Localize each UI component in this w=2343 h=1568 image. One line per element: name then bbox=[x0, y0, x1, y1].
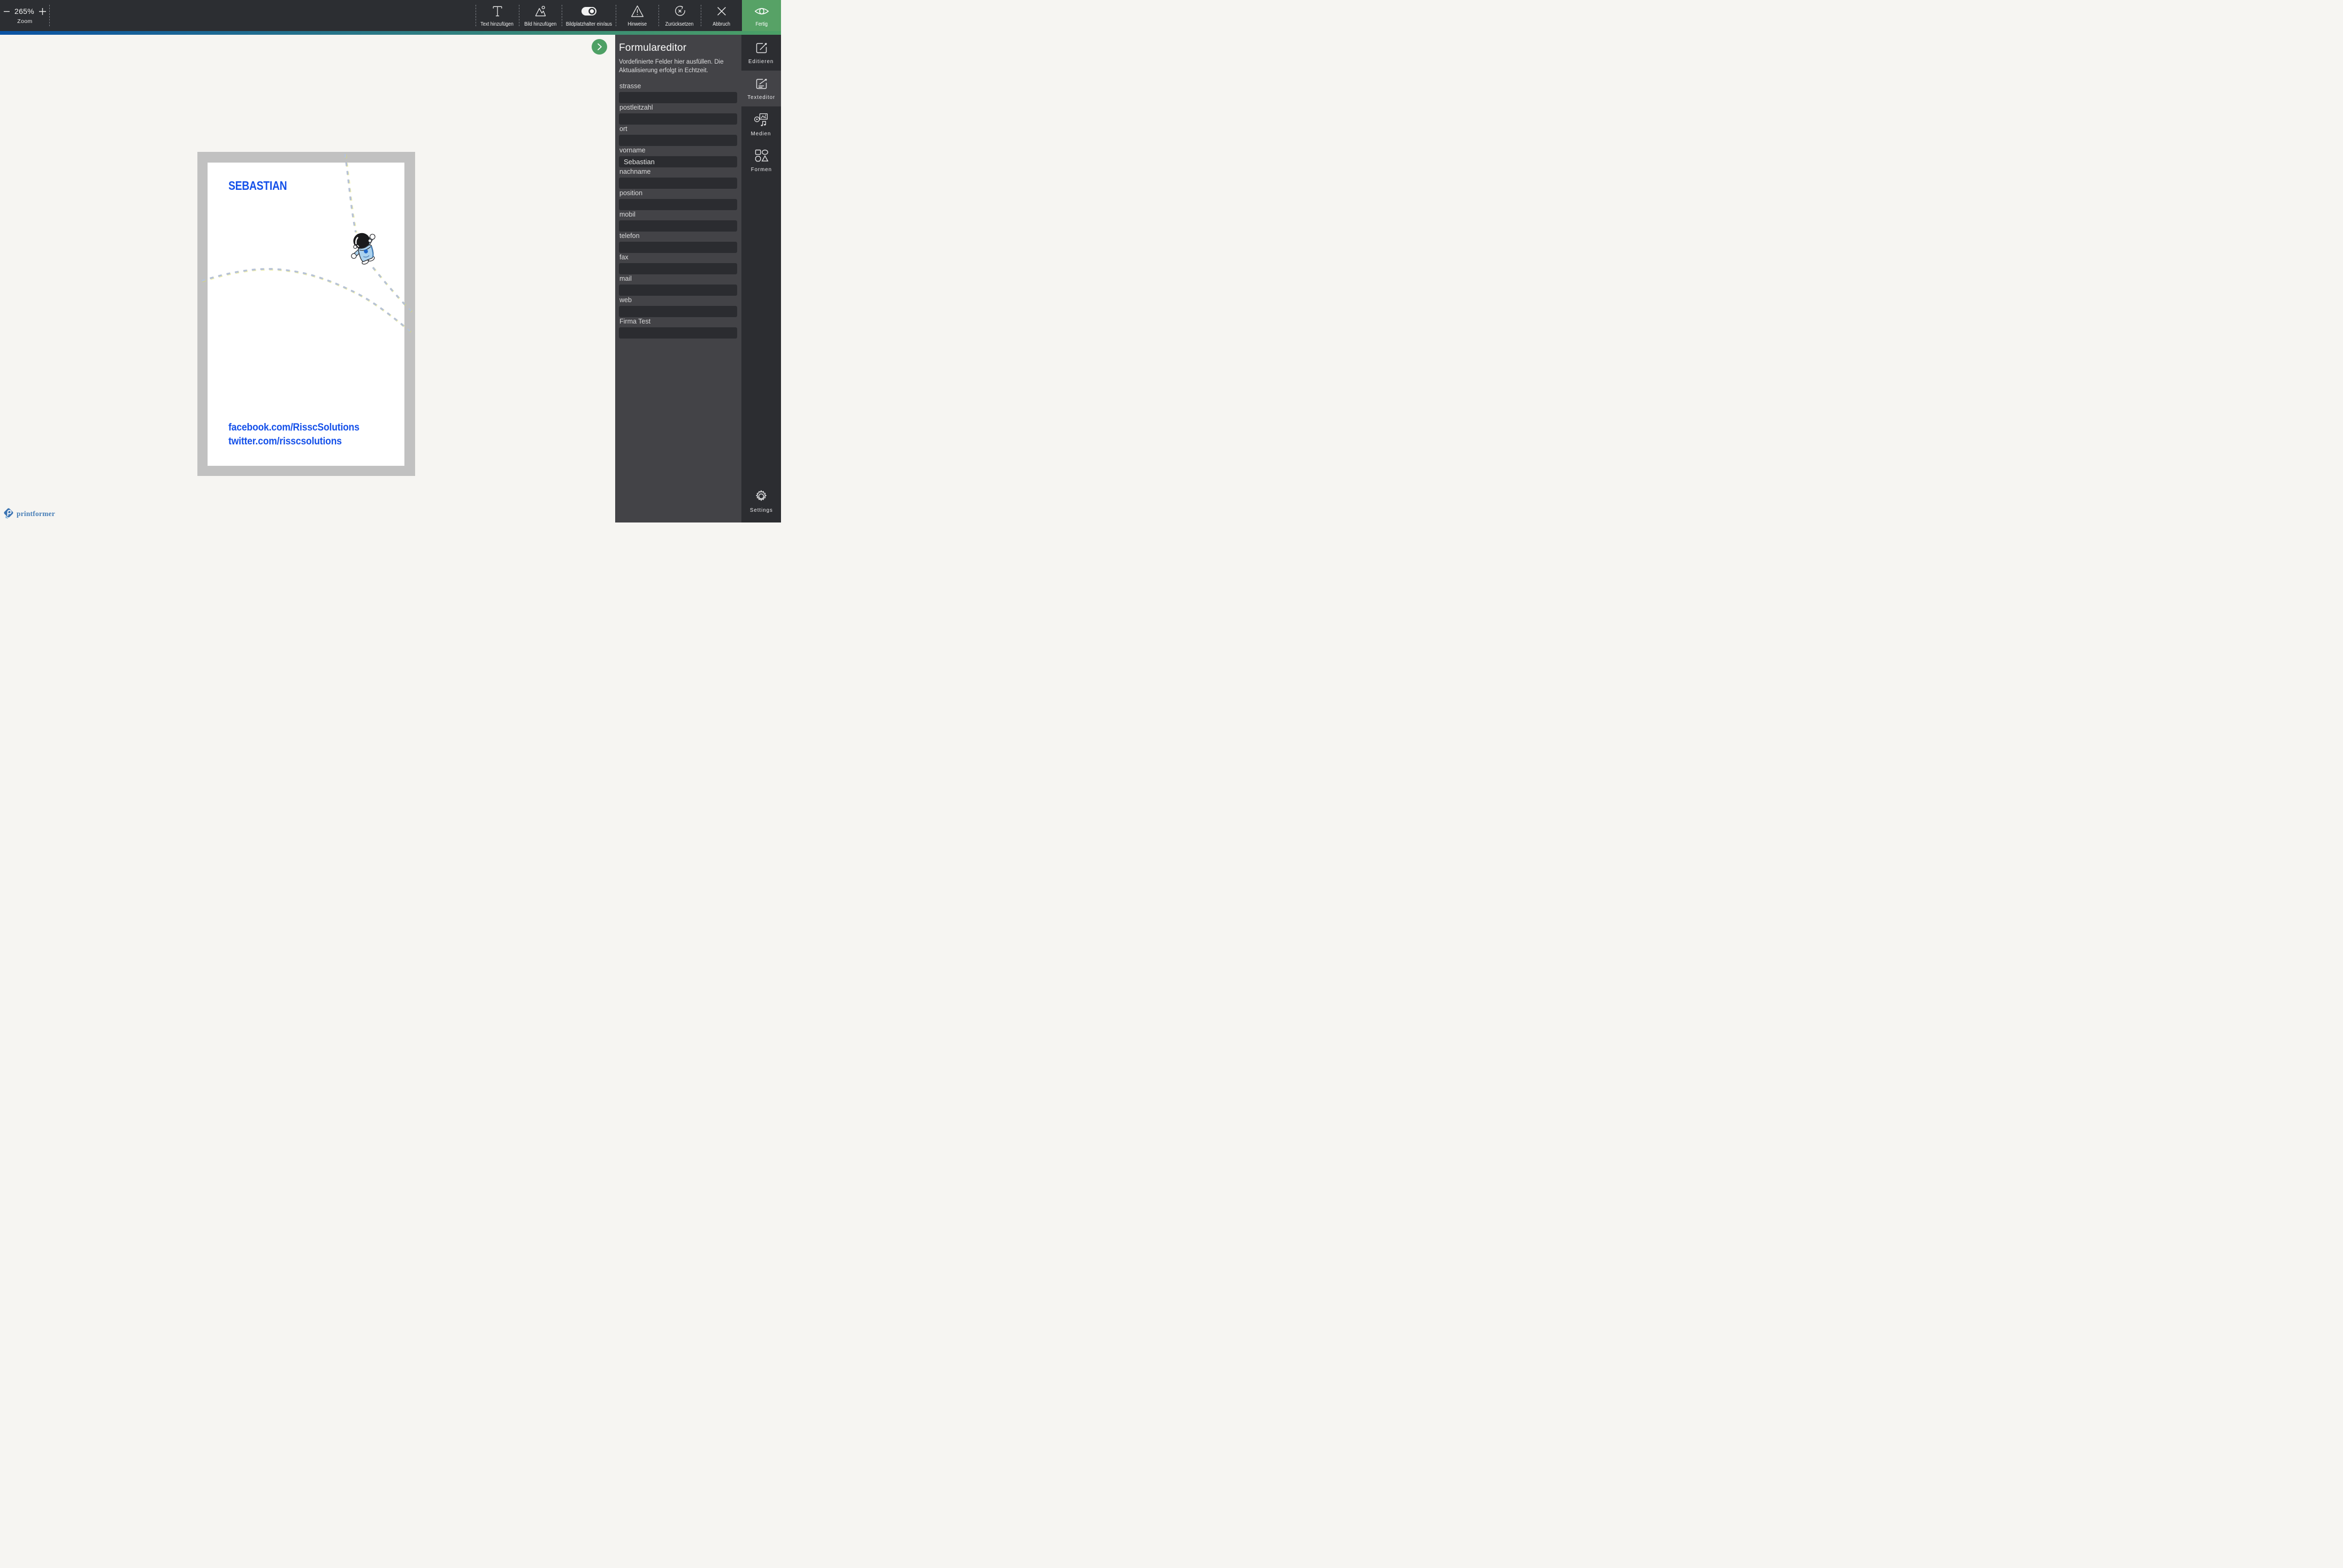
plus-icon bbox=[39, 7, 46, 15]
top-toolbar: 265% Zoom Text hinzufügen Bild hinzufüge… bbox=[0, 0, 781, 31]
hints-button[interactable]: Hinweise bbox=[616, 0, 659, 31]
panel-subtitle: Vordefinierte Felder hier ausfüllen. Die… bbox=[619, 59, 724, 74]
zoom-value: 265% bbox=[14, 7, 34, 16]
field-input-web[interactable] bbox=[619, 306, 737, 317]
field-input-mobil[interactable] bbox=[619, 220, 737, 232]
field-label: nachname bbox=[619, 168, 651, 175]
printformer-logo[interactable]: printformer bbox=[4, 508, 55, 519]
edit-icon bbox=[756, 43, 767, 53]
field-label: strasse bbox=[619, 82, 641, 90]
tool-rail: Editieren Texteditor Medien Formen Setti… bbox=[741, 35, 781, 522]
done-button[interactable]: Fertig bbox=[742, 0, 781, 31]
field-label: mail bbox=[619, 275, 632, 282]
card-link-twitter[interactable]: twitter.com/risscsolutions bbox=[228, 434, 359, 448]
card-social-links[interactable]: facebook.com/RisscSolutions twitter.com/… bbox=[228, 420, 359, 448]
design-canvas: SEBASTIAN facebook.com/RisscSolutions tw… bbox=[0, 35, 615, 522]
minus-icon bbox=[3, 11, 10, 12]
rail-item-medien[interactable]: Medien bbox=[741, 106, 781, 142]
form-field-row: position bbox=[619, 189, 737, 210]
zoom-in-button[interactable] bbox=[38, 7, 47, 16]
card-bleed-area: SEBASTIAN facebook.com/RisscSolutions tw… bbox=[197, 152, 415, 476]
cancel-button[interactable]: Abbruch bbox=[701, 0, 742, 31]
form-field-row: fax bbox=[619, 253, 737, 274]
eye-icon bbox=[754, 4, 770, 18]
field-input-nachname[interactable] bbox=[619, 178, 737, 189]
printformer-logo-icon bbox=[4, 508, 13, 519]
reset-button[interactable]: Zurücksetzen bbox=[659, 0, 701, 31]
field-input-vorname[interactable] bbox=[619, 156, 737, 167]
close-icon bbox=[715, 4, 728, 18]
text-add-icon bbox=[491, 4, 504, 18]
field-input-position[interactable] bbox=[619, 199, 737, 210]
field-label: vorname bbox=[619, 147, 646, 154]
form-editor-panel: Formulareditor Vordefinierte Felder hier… bbox=[615, 35, 741, 522]
chevron-right-icon bbox=[598, 43, 602, 50]
placeholder-toggle-button[interactable]: Bildplatzhalter ein/aus bbox=[562, 0, 616, 31]
field-label: telefon bbox=[619, 232, 640, 240]
add-image-button[interactable]: Bild hinzufügen bbox=[519, 0, 562, 31]
field-input-mail[interactable] bbox=[619, 285, 737, 296]
field-label: fax bbox=[619, 253, 629, 261]
form-field-row: ort bbox=[619, 125, 737, 146]
rail-item-editieren[interactable]: Editieren bbox=[741, 35, 781, 71]
form-field-row: nachname bbox=[619, 168, 737, 189]
form-field-row: Firma Test bbox=[619, 318, 737, 339]
warning-icon bbox=[630, 4, 645, 18]
field-label: web bbox=[619, 296, 632, 304]
form-fields: strasse postleitzahl ort vorname nachnam… bbox=[619, 82, 737, 339]
zoom-controls: 265% Zoom bbox=[0, 0, 50, 31]
zoom-out-button[interactable] bbox=[3, 7, 11, 16]
settings-label: Settings bbox=[749, 507, 773, 513]
form-field-row: web bbox=[619, 296, 737, 317]
field-label: mobil bbox=[619, 211, 635, 218]
form-field-row: vorname bbox=[619, 147, 737, 167]
shapes-icon bbox=[755, 149, 769, 162]
rail-item-texteditor[interactable]: Texteditor bbox=[741, 71, 781, 106]
form-field-row: strasse bbox=[619, 82, 737, 103]
accent-gradient-bar bbox=[0, 31, 781, 35]
zoom-caption: Zoom bbox=[17, 18, 33, 25]
settings-button[interactable]: Settings bbox=[741, 487, 781, 522]
field-input-strasse[interactable] bbox=[619, 92, 737, 103]
media-icon bbox=[754, 113, 768, 126]
field-label: ort bbox=[619, 125, 627, 133]
card-name-text[interactable]: SEBASTIAN bbox=[228, 179, 287, 193]
field-input-postleitzahl[interactable] bbox=[619, 113, 737, 125]
form-field-row: postleitzahl bbox=[619, 104, 737, 125]
card-link-facebook[interactable]: facebook.com/RisscSolutions bbox=[228, 420, 359, 434]
add-text-button[interactable]: Text hinzufügen bbox=[476, 0, 519, 31]
panel-title: Formulareditor bbox=[619, 42, 687, 53]
rail-item-formen[interactable]: Formen bbox=[741, 142, 781, 178]
gear-icon bbox=[756, 490, 767, 501]
form-field-row: telefon bbox=[619, 232, 737, 253]
field-label: position bbox=[619, 189, 643, 197]
placeholder-toggle-icon bbox=[580, 4, 598, 18]
printformer-logo-text: printformer bbox=[17, 509, 55, 518]
form-field-row: mobil bbox=[619, 211, 737, 232]
panel-collapse-button[interactable] bbox=[592, 39, 607, 55]
form-field-row: mail bbox=[619, 275, 737, 296]
text-editor-icon bbox=[756, 79, 767, 89]
reset-icon bbox=[673, 4, 687, 18]
field-input-ort[interactable] bbox=[619, 135, 737, 146]
business-card-page[interactable]: SEBASTIAN facebook.com/RisscSolutions tw… bbox=[208, 163, 404, 466]
field-input-firma-test[interactable] bbox=[619, 327, 737, 339]
image-add-icon bbox=[533, 4, 547, 18]
field-label: postleitzahl bbox=[619, 104, 653, 111]
field-input-telefon[interactable] bbox=[619, 242, 737, 253]
field-input-fax[interactable] bbox=[619, 263, 737, 274]
field-label: Firma Test bbox=[619, 318, 651, 325]
